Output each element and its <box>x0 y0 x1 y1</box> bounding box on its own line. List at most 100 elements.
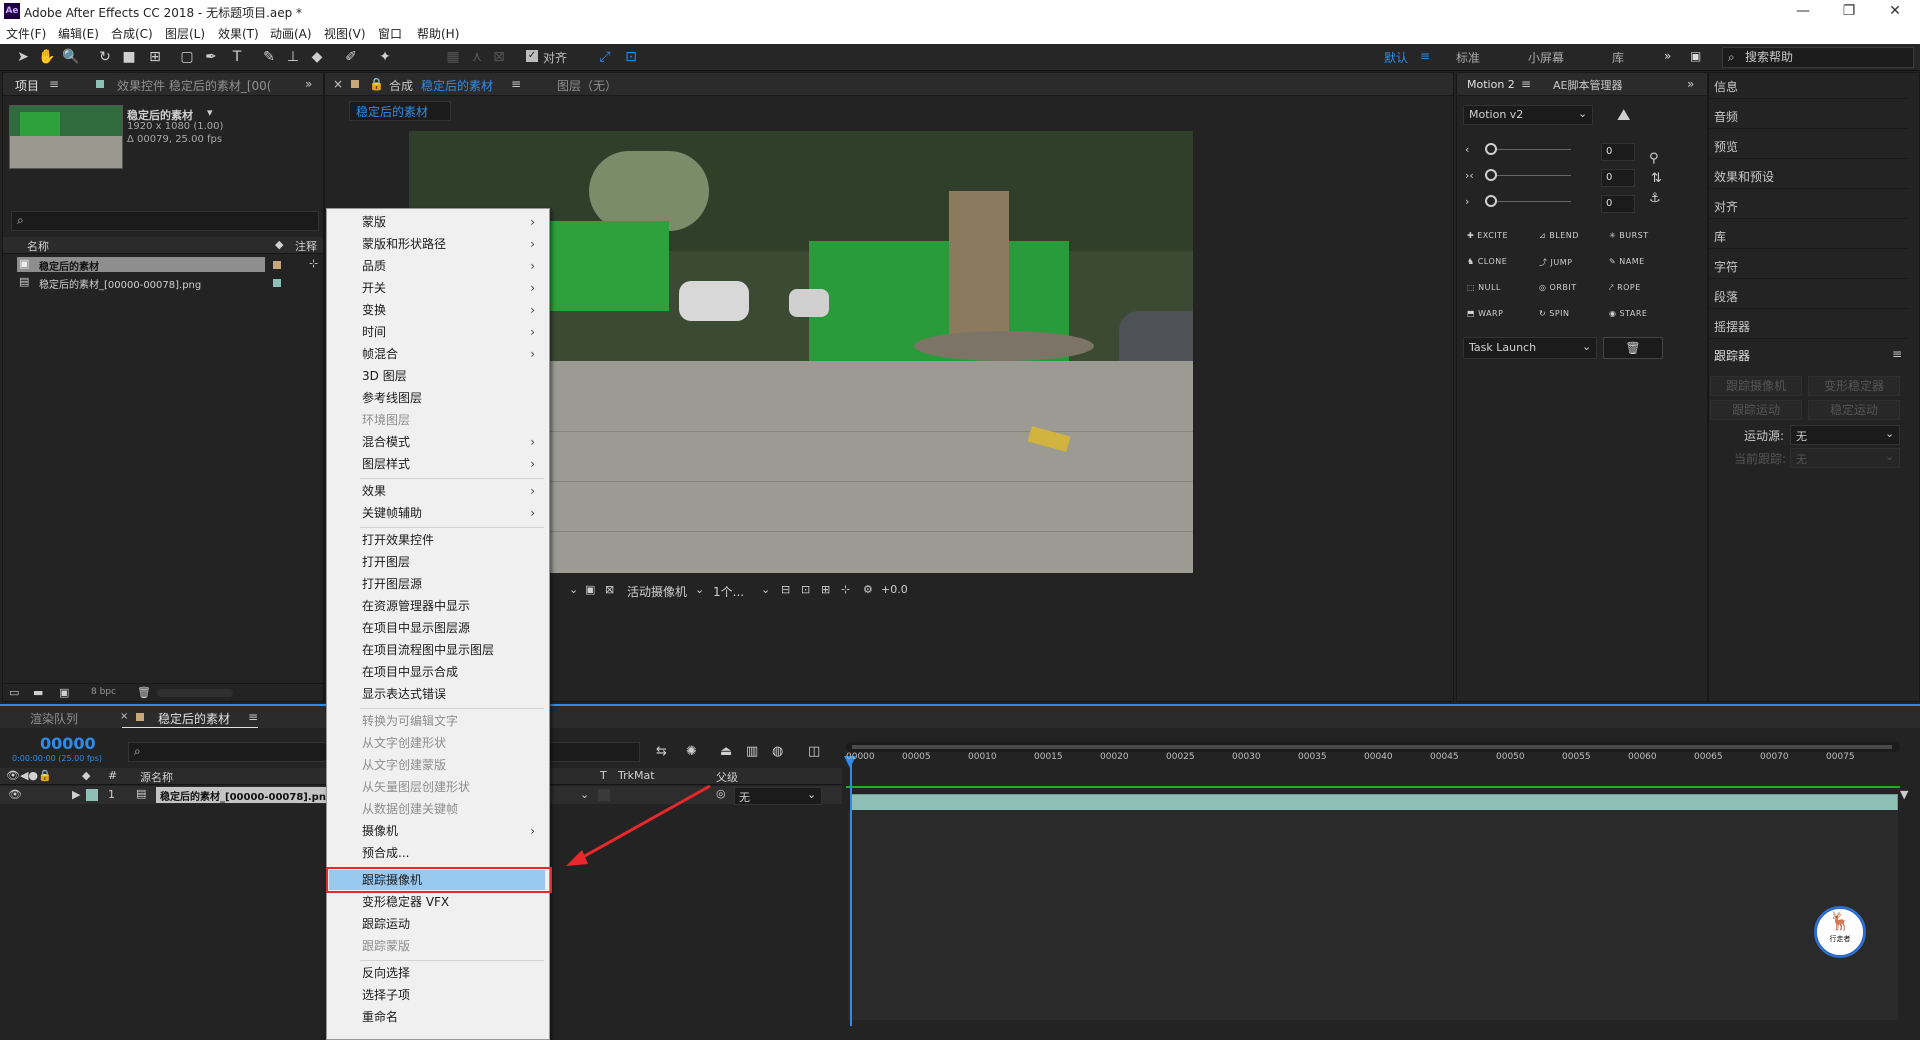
motion-preset-select[interactable]: Motion v2 ⌄ <box>1463 105 1593 125</box>
panel-overflow-icon[interactable]: » <box>305 77 312 91</box>
bpc-label[interactable]: 8 bpc <box>91 687 116 697</box>
panel-wiggler[interactable]: 摇摆器 <box>1714 318 1750 335</box>
context-menu-item[interactable]: 从矢量图层创建形状 <box>329 777 545 797</box>
fast-previews-icon[interactable]: ⊡ <box>801 583 810 596</box>
minimize-icon[interactable]: — <box>1780 0 1826 22</box>
roto-brush-tool-icon[interactable]: ✐ <box>342 48 360 66</box>
thumbnail-scrollbar[interactable] <box>157 689 233 697</box>
label-col-icon[interactable]: ◆ <box>275 238 283 251</box>
rotate-tool-icon[interactable]: ↻ <box>96 48 114 66</box>
col-name[interactable]: 名称 <box>27 238 49 254</box>
orbit-button[interactable]: ◎ ORBIT <box>1539 283 1577 292</box>
tab-project[interactable]: 项目 <box>15 77 39 94</box>
slider-2-value[interactable]: 0 <box>1601 169 1635 187</box>
context-menu-item[interactable]: 开关 › <box>329 278 545 298</box>
context-menu-item[interactable]: 图层样式 › <box>329 454 545 474</box>
slider-3-value[interactable]: 0 <box>1601 195 1635 213</box>
context-menu-item[interactable]: 3D 图层 <box>329 366 545 386</box>
close-comp-tab-icon[interactable]: × <box>333 77 343 91</box>
panel-paragraph[interactable]: 段落 <box>1714 288 1738 305</box>
views-chevron-down-icon[interactable]: ⌄ <box>761 583 770 596</box>
menu-layer[interactable]: 图层(L) <box>165 25 205 42</box>
trash-icon[interactable]: 🗑 <box>137 686 151 699</box>
context-menu-item[interactable]: 跟踪运动 <box>329 914 545 934</box>
new-comp-icon[interactable]: ▣ <box>59 686 69 699</box>
context-menu-item[interactable]: 混合模式 › <box>329 432 545 452</box>
snapping-icon[interactable]: ⤢ <box>596 48 614 66</box>
hand-tool-icon[interactable]: ✋ <box>38 48 56 66</box>
panel-audio[interactable]: 音频 <box>1714 108 1738 125</box>
layer-expand-icon[interactable]: ▶ <box>72 788 80 801</box>
workspace-default[interactable]: 默认 <box>1384 49 1408 66</box>
panel-library[interactable]: 库 <box>1714 228 1726 245</box>
context-menu-item[interactable]: 打开效果控件 <box>329 530 545 550</box>
tab-script-manager[interactable]: AE脚本管理器 <box>1553 77 1622 93</box>
menu-animation[interactable]: 动画(A) <box>270 25 312 42</box>
item-dropdown-icon[interactable]: ▾ <box>207 106 213 119</box>
name-button[interactable]: ✎ NAME <box>1609 257 1645 266</box>
warp-button[interactable]: ⬒ WARP <box>1467 309 1503 318</box>
snap-grid-icon[interactable]: ⊡ <box>622 48 640 66</box>
pen-tool-icon[interactable]: ✒ <box>202 48 220 66</box>
timeline-icon[interactable]: ⊞ <box>821 583 830 596</box>
exposure-value[interactable]: +0.0 <box>881 583 908 596</box>
interpret-footage-icon[interactable]: ▭ <box>9 686 19 699</box>
stabilize-motion-button[interactable]: 稳定运动 <box>1808 400 1900 420</box>
puppet-tool-icon[interactable]: ✦ <box>376 48 394 66</box>
pin-icon[interactable]: ⚲ <box>1649 151 1659 166</box>
panel-preview[interactable]: 预览 <box>1714 138 1738 155</box>
project-row-selected[interactable]: ▣ 稳定后的素材 <box>17 257 265 273</box>
workspace-standard[interactable]: 标准 <box>1456 49 1480 66</box>
context-menu-item[interactable]: 环境图层 <box>329 410 545 430</box>
brush-tool-icon[interactable]: ✎ <box>260 48 278 66</box>
context-menu-item[interactable]: 效果 › <box>329 481 545 501</box>
slider-2-track[interactable] <box>1485 175 1571 176</box>
burst-button[interactable]: ✳ BURST <box>1609 231 1649 240</box>
context-menu-item[interactable]: 跟踪蒙版 <box>329 936 545 956</box>
context-menu-item[interactable]: 变形稳定器 VFX <box>329 892 545 912</box>
rope-button[interactable]: ⤤ ROPE <box>1609 283 1641 293</box>
context-menu-item[interactable]: 打开图层 <box>329 552 545 572</box>
context-menu-item[interactable]: 在项目中显示图层源 <box>329 618 545 638</box>
new-folder-icon[interactable]: ▬ <box>33 686 43 699</box>
context-menu-item[interactable]: 反向选择 <box>329 963 545 983</box>
tab-effect-controls[interactable]: 效果控件 稳定后的素材_[00( <box>117 77 271 94</box>
track-motion-button[interactable]: 跟踪运动 <box>1710 400 1802 420</box>
region-of-interest-icon[interactable]: ▣ <box>585 583 595 596</box>
task-launch-select[interactable]: Task Launch ⌄ <box>1463 337 1597 359</box>
context-menu-item[interactable]: 蒙版 › <box>329 212 545 232</box>
workspace-menu-icon[interactable]: ≡ <box>1420 49 1430 63</box>
menu-view[interactable]: 视图(V) <box>324 25 366 42</box>
frame-blending-icon[interactable]: ▥ <box>746 744 758 759</box>
context-menu-item[interactable]: 摄像机 › <box>329 821 545 841</box>
spin-button[interactable]: ↻ SPIN <box>1539 309 1570 318</box>
menu-edit[interactable]: 编辑(E) <box>58 25 99 42</box>
timeline-menu-icon[interactable]: ≡ <box>248 710 258 724</box>
link-icon[interactable]: ⇅ <box>1651 171 1662 186</box>
slider-1-value[interactable]: 0 <box>1601 143 1635 161</box>
panel-info[interactable]: 信息 <box>1714 78 1738 95</box>
panel-menu-icon[interactable]: ≡ <box>49 77 59 91</box>
pan-behind-tool-icon[interactable]: ⊞ <box>146 48 164 66</box>
workspace-overflow-icon[interactable]: » <box>1664 49 1671 63</box>
context-menu-item[interactable]: 预合成... <box>329 843 545 863</box>
slider-2-knob[interactable] <box>1485 169 1497 181</box>
context-menu-item[interactable]: 关键帧辅助 › <box>329 503 545 523</box>
stare-button[interactable]: ◉ STARE <box>1609 309 1647 318</box>
shy-layers-icon[interactable]: ⏏ <box>720 744 732 759</box>
views-select[interactable]: 1个... <box>713 583 744 600</box>
context-menu-item[interactable]: 在项目流程图中显示图层 <box>329 640 545 660</box>
restore-icon[interactable]: ❐ <box>1826 0 1872 22</box>
align-checkbox[interactable]: ✓ <box>526 50 538 62</box>
comp-breadcrumb[interactable]: 稳定后的素材 <box>349 101 451 121</box>
motion-panel-menu-icon[interactable]: ≡ <box>1521 77 1531 91</box>
workspace-small-screen[interactable]: 小屏幕 <box>1528 49 1564 66</box>
excite-button[interactable]: ✚ EXCITE <box>1467 231 1508 240</box>
track-camera-button[interactable]: 跟踪摄像机 <box>1710 376 1802 396</box>
null-button[interactable]: ⬚ NULL <box>1467 283 1501 292</box>
panel-character[interactable]: 字符 <box>1714 258 1738 275</box>
context-menu-item[interactable]: 时间 › <box>329 322 545 342</box>
transparency-grid-icon[interactable]: ⊠ <box>605 583 614 596</box>
col-comment[interactable]: 注释 <box>295 238 317 254</box>
work-area-bar[interactable] <box>846 742 1900 752</box>
